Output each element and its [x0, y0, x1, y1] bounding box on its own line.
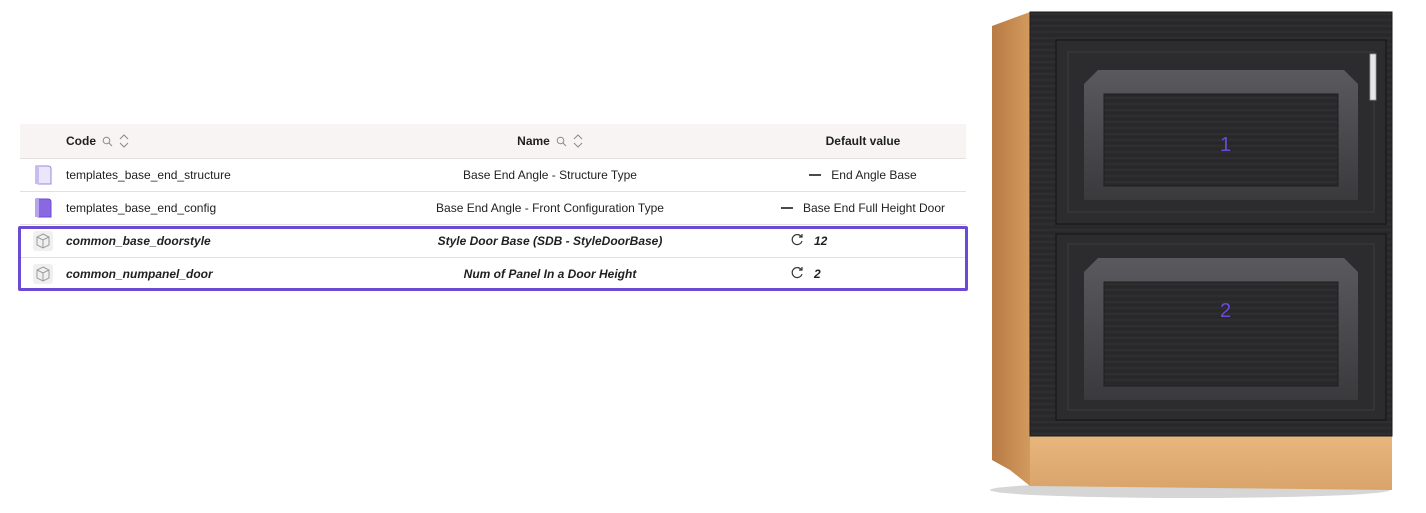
- row-default-value: Base End Full Height Door: [802, 201, 946, 215]
- template-file-icon: [20, 165, 66, 185]
- panel-label-2: 2: [1220, 300, 1232, 322]
- cube-icon: [20, 264, 66, 284]
- row-default[interactable]: End Angle Base: [750, 168, 966, 182]
- cube-icon: [20, 231, 66, 251]
- row-default-value: 2: [814, 267, 821, 281]
- column-header-name-label: Name: [517, 134, 550, 148]
- search-icon[interactable]: [102, 136, 113, 147]
- row-code: templates_base_end_structure: [66, 168, 231, 182]
- table-row[interactable]: common_numpanel_door Num of Panel In a D…: [20, 258, 966, 290]
- row-name: Base End Angle - Front Configuration Typ…: [436, 201, 664, 215]
- row-default[interactable]: 12: [750, 233, 966, 250]
- dash-icon: [780, 207, 793, 209]
- row-default[interactable]: Base End Full Height Door: [750, 201, 966, 215]
- column-header-default-label: Default value: [825, 134, 901, 148]
- row-name: Num of Panel In a Door Height: [463, 267, 637, 281]
- refresh-icon[interactable]: [790, 266, 804, 283]
- table-header: Code Name Default value: [20, 124, 966, 159]
- table-row[interactable]: common_base_doorstyle Style Door Base (S…: [20, 225, 966, 258]
- cabinet-preview[interactable]: 1 2: [980, 0, 1426, 508]
- column-header-name[interactable]: Name: [320, 133, 750, 149]
- table-row[interactable]: templates_base_end_config Base End Angle…: [20, 192, 966, 225]
- dash-icon: [809, 174, 822, 176]
- template-config-icon: [20, 198, 66, 218]
- sort-icon[interactable]: [119, 133, 129, 149]
- refresh-icon[interactable]: [790, 233, 804, 250]
- column-header-default: Default value: [750, 134, 966, 148]
- toe-kick: [1030, 432, 1392, 490]
- row-default-value: End Angle Base: [831, 168, 917, 182]
- row-code: templates_base_end_config: [66, 201, 217, 215]
- cabinet-side: [992, 12, 1030, 486]
- row-code: common_numpanel_door: [66, 267, 213, 281]
- row-code: common_base_doorstyle: [66, 234, 211, 248]
- row-default[interactable]: 2: [750, 266, 966, 283]
- row-name: Style Door Base (SDB - StyleDoorBase): [437, 234, 663, 248]
- parameters-table: Code Name Default value templates_base_e: [20, 124, 966, 290]
- search-icon[interactable]: [556, 136, 567, 147]
- row-name: Base End Angle - Structure Type: [463, 168, 637, 182]
- door-handle: [1369, 53, 1377, 101]
- row-default-value: 12: [814, 234, 828, 248]
- table-row[interactable]: templates_base_end_structure Base End An…: [20, 159, 966, 192]
- cabinet-illustration: [990, 11, 1393, 498]
- sort-icon[interactable]: [573, 133, 583, 149]
- column-header-code-label: Code: [66, 134, 96, 148]
- column-header-code[interactable]: Code: [20, 133, 320, 149]
- panel-label-1: 1: [1220, 134, 1232, 156]
